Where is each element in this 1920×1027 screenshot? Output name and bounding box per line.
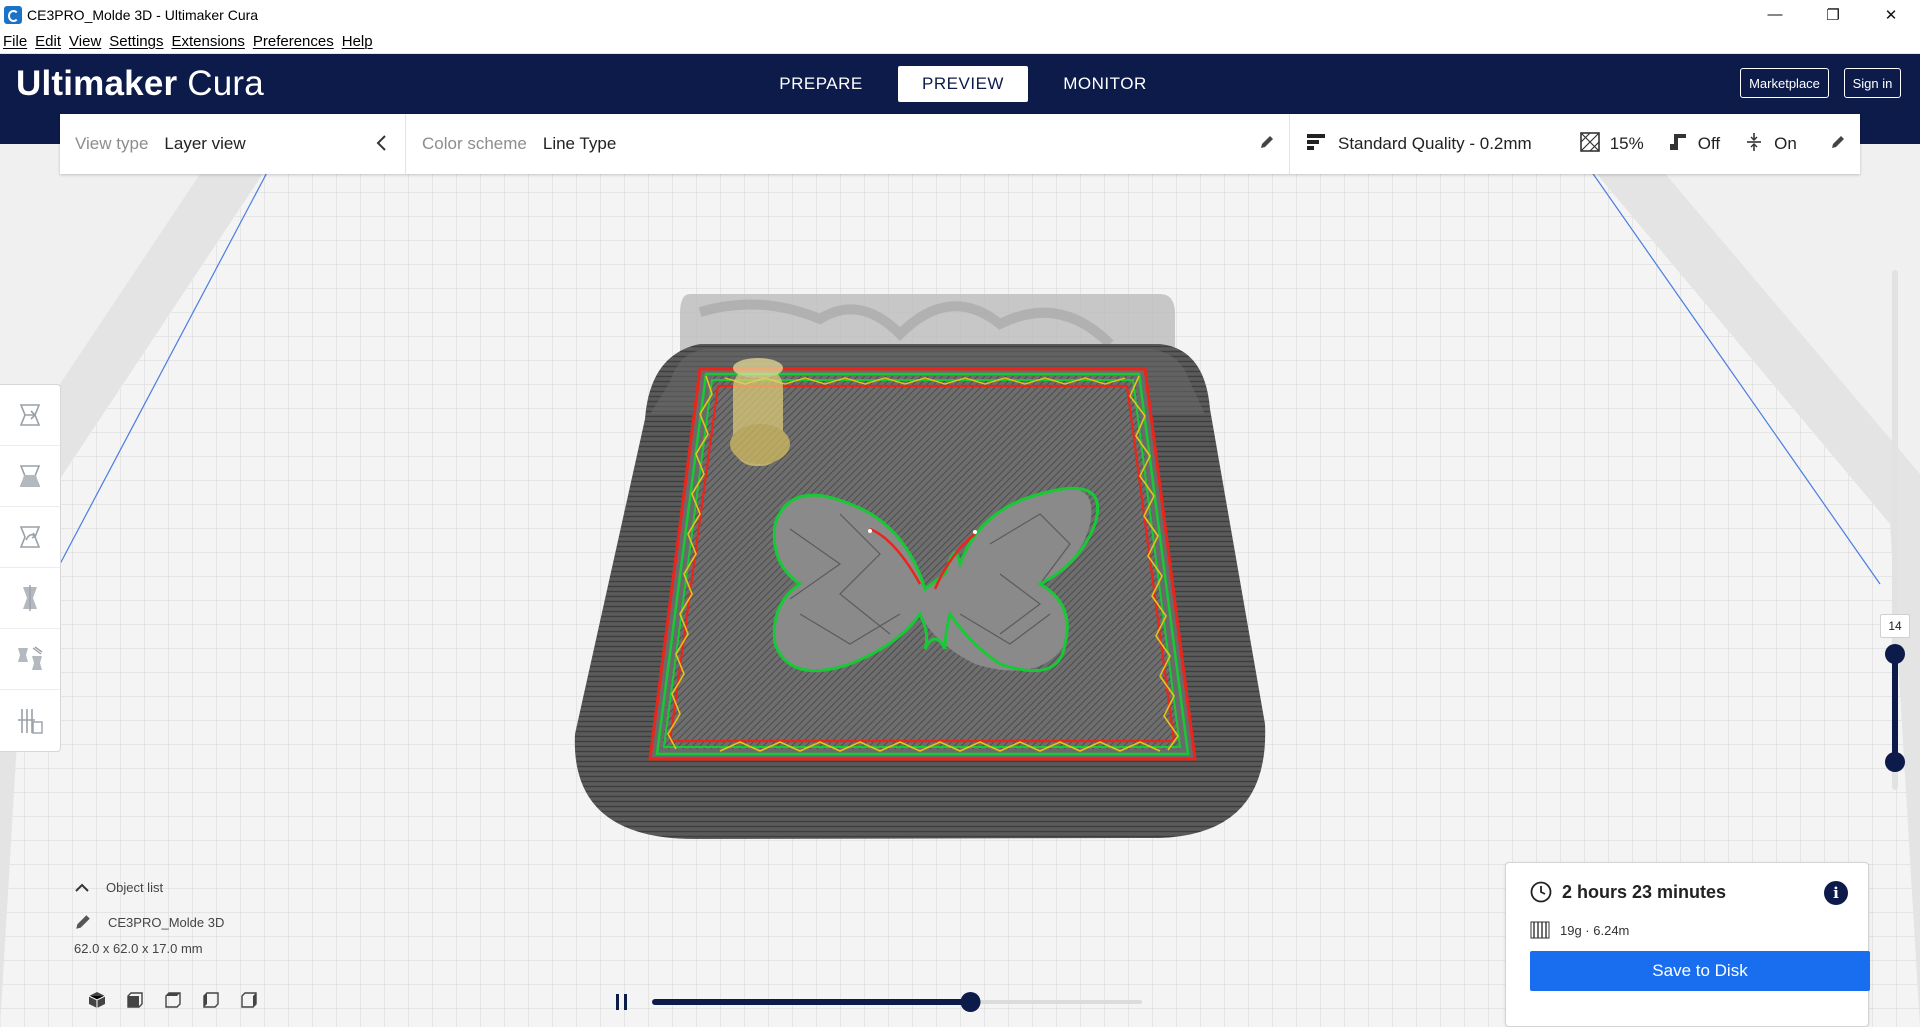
color-scheme-value: Line Type [542, 134, 617, 153]
scale-icon [19, 465, 41, 487]
cube-front-icon [127, 992, 143, 1008]
support-value: Off [1697, 134, 1721, 153]
object-list-panel: Object list CE3PRO_Molde 3D 62.0 x 62.0 … [74, 880, 374, 956]
pause-icon[interactable] [616, 994, 627, 1010]
clock-icon [1530, 881, 1552, 903]
cube-3d-icon [88, 992, 106, 1008]
pencil-icon[interactable] [1259, 134, 1275, 155]
view-top-button[interactable] [154, 988, 192, 1012]
menu-preferences[interactable]: Preferences [253, 33, 334, 50]
restore-button[interactable]: ❐ [1804, 0, 1862, 29]
window-titlebar: CE3PRO_Molde 3D - Ultimaker Cura — ❐ ✕ [0, 0, 1920, 29]
view-front-button[interactable] [116, 988, 154, 1012]
chevron-left-icon[interactable] [375, 134, 387, 157]
infill-value: 15% [1609, 134, 1644, 153]
view-left-button[interactable] [192, 988, 230, 1012]
stage-tabs: PREPARE PREVIEW MONITOR [756, 66, 1182, 102]
object-list-label: Object list [106, 880, 164, 895]
tab-prepare[interactable]: PREPARE [756, 66, 886, 102]
adhesion-icon [1744, 132, 1764, 157]
print-time-row: 2 hours 23 minutes [1530, 881, 1726, 903]
support-blocker-button[interactable] [0, 690, 60, 751]
menu-edit[interactable]: Edit [35, 33, 61, 50]
view-type-selector[interactable]: View type Layer view [60, 114, 406, 174]
mirror-tool-button[interactable] [0, 568, 60, 629]
left-toolbar [0, 384, 61, 752]
filament-spool-icon [1530, 921, 1550, 939]
menu-file[interactable]: File [3, 33, 27, 50]
print-settings-selector[interactable]: Standard Quality - 0.2mm 15% Off On [1290, 114, 1860, 174]
menu-view[interactable]: View [69, 33, 101, 50]
support-icon [1668, 132, 1688, 157]
chevron-up-icon [75, 883, 89, 892]
save-to-disk-button[interactable]: Save to Disk [1530, 951, 1870, 991]
tab-preview[interactable]: PREVIEW [898, 66, 1028, 102]
material-row: 19g · 6.24m [1530, 921, 1629, 939]
move-icon [19, 404, 41, 426]
color-scheme-selector[interactable]: Color scheme Line Type [406, 114, 1290, 174]
object-name: CE3PRO_Molde 3D [108, 914, 225, 930]
color-scheme-label: Color scheme [422, 134, 527, 153]
cube-right-icon [241, 992, 257, 1008]
support-blocker-icon [18, 708, 43, 734]
layer-slider[interactable]: 14 [1880, 270, 1910, 790]
minimize-button[interactable]: — [1746, 0, 1804, 29]
menu-settings[interactable]: Settings [109, 33, 163, 50]
print-time: 2 hours 23 minutes [1562, 881, 1727, 902]
view-type-value: Layer view [164, 134, 246, 153]
layer-slider-range [1892, 654, 1898, 762]
logo-brand: Ultimaker [16, 64, 178, 103]
infill-icon [1579, 131, 1600, 157]
support-stat: Off [1668, 132, 1720, 157]
rotate-tool-button[interactable] [0, 507, 60, 568]
material-usage: 19g · 6.24m [1560, 922, 1630, 938]
sign-in-button[interactable]: Sign in [1844, 68, 1901, 98]
simulation-controls [616, 992, 1142, 1012]
menu-extensions[interactable]: Extensions [171, 33, 244, 50]
quality-icon [1306, 132, 1326, 157]
menu-help[interactable]: Help [342, 33, 373, 50]
scale-tool-button[interactable] [0, 446, 60, 507]
object-name-row[interactable]: CE3PRO_Molde 3D [74, 913, 374, 931]
per-model-settings-icon [18, 646, 43, 670]
adhesion-value: On [1774, 134, 1797, 153]
logo-product: Cura [187, 64, 264, 103]
pencil-icon [76, 915, 90, 929]
infill-stat: 15% [1579, 131, 1644, 157]
simulation-handle[interactable] [960, 992, 981, 1012]
info-icon[interactable]: i [1824, 881, 1848, 905]
quality-value: Standard Quality - 0.2mm [1338, 134, 1532, 153]
object-dimensions: 62.0 x 62.0 x 17.0 mm [74, 941, 203, 956]
simulation-bar [612, 990, 1142, 1019]
move-tool-button[interactable] [0, 385, 60, 446]
print-output-panel: 2 hours 23 minutes i 19g · 6.24m Save to… [1505, 862, 1870, 1027]
pencil-icon[interactable] [1830, 134, 1846, 155]
layer-slider-lower-handle[interactable] [1885, 752, 1905, 772]
close-button[interactable]: ✕ [1862, 0, 1920, 29]
marketplace-button[interactable]: Marketplace [1740, 68, 1829, 98]
cura-app-icon [4, 5, 22, 24]
per-model-settings-button[interactable] [0, 629, 60, 690]
view-right-button[interactable] [230, 988, 268, 1012]
window-title: CE3PRO_Molde 3D - Ultimaker Cura [27, 6, 259, 23]
cube-left-icon [203, 992, 219, 1008]
cube-top-icon [165, 992, 181, 1008]
layer-slider-upper-handle[interactable] [1885, 644, 1905, 664]
camera-view-buttons [78, 988, 268, 1012]
menu-bar: File Edit View Settings Extensions Prefe… [0, 29, 1920, 54]
tab-monitor[interactable]: MONITOR [1040, 66, 1170, 102]
view-type-label: View type [75, 134, 149, 153]
settings-topbar: View type Layer view Color scheme Line T… [60, 114, 1860, 174]
ultimaker-cura-logo: Ultimaker Cura [16, 64, 264, 104]
window-controls: — ❐ ✕ [1746, 0, 1920, 29]
simulation-progress [652, 999, 971, 1005]
object-list-toggle[interactable]: Object list [74, 880, 374, 895]
view-3d-button[interactable] [78, 988, 116, 1012]
rotate-icon [19, 526, 41, 548]
current-layer-label[interactable]: 14 [1880, 614, 1910, 638]
mirror-icon [23, 585, 37, 611]
adhesion-stat: On [1744, 132, 1797, 157]
